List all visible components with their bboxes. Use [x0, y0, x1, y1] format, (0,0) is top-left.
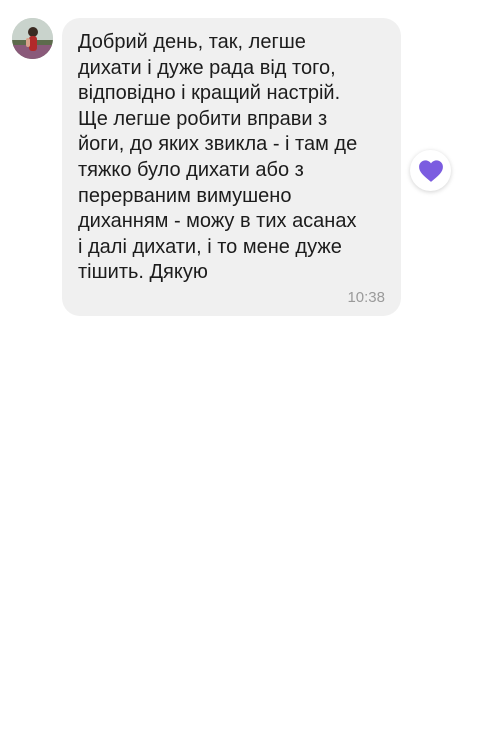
message-timestamp: 10:38 — [347, 289, 385, 306]
heart-icon — [418, 159, 443, 182]
avatar[interactable] — [12, 18, 53, 59]
message-text: Добрий день, так, легше дихати і дуже ра… — [78, 31, 358, 284]
message-bubble[interactable]: Добрий день, так, легше дихати і дуже ра… — [62, 18, 401, 316]
reaction-button[interactable] — [410, 150, 451, 191]
avatar-photo — [12, 18, 53, 59]
